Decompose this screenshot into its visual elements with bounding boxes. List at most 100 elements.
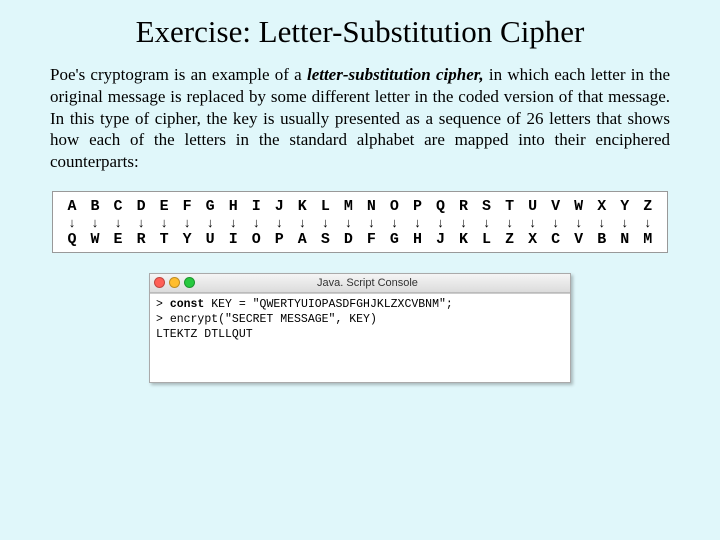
arrow-down-icon: ↓ [314,215,336,231]
js-console-window: Java. Script Console > const KEY = "QWER… [149,273,571,383]
arrow-down-icon: ↓ [176,215,198,231]
slide-title: Exercise: Letter-Substitution Cipher [50,14,670,50]
console-titlebar: Java. Script Console [150,274,570,293]
arrow-down-icon: ↓ [222,215,244,231]
coded-letter: Y [176,231,198,248]
arrow-down-icon: ↓ [568,215,590,231]
plain-letter: L [314,198,336,215]
plain-letter: K [291,198,313,215]
coded-letter: X [522,231,544,248]
console-prompt: > [156,298,170,311]
plain-letter: T [499,198,521,215]
para-pre: Poe's cryptogram is an example of a [50,65,307,84]
arrow-down-icon: ↓ [291,215,313,231]
plain-letter: Z [637,198,659,215]
coded-letter: C [545,231,567,248]
arrow-down-icon: ↓ [337,215,359,231]
cipher-table: ABCDEFGHIJKLMNOPQRSTUVWXYZ ↓↓↓↓↓↓↓↓↓↓↓↓↓… [52,191,668,253]
coded-letter: Z [499,231,521,248]
coded-letter: A [291,231,313,248]
arrow-down-icon: ↓ [476,215,498,231]
plain-letter: N [360,198,382,215]
plain-letter: E [153,198,175,215]
plain-letter: W [568,198,590,215]
console-body: > const KEY = "QWERTYUIOPASDFGHJKLZXCVBN… [150,293,570,382]
arrow-down-icon: ↓ [406,215,428,231]
coded-letter: M [637,231,659,248]
plain-letter: S [476,198,498,215]
cipher-arrow-row: ↓↓↓↓↓↓↓↓↓↓↓↓↓↓↓↓↓↓↓↓↓↓↓↓↓↓ [61,215,659,231]
plain-letter: J [268,198,290,215]
arrow-down-icon: ↓ [591,215,613,231]
coded-letter: F [360,231,382,248]
plain-letter: G [199,198,221,215]
arrow-down-icon: ↓ [130,215,152,231]
close-icon[interactable] [154,277,165,288]
slide-paragraph: Poe's cryptogram is an example of a lett… [50,64,670,173]
plain-letter: F [176,198,198,215]
console-prompt: > [156,313,170,326]
coded-letter: L [476,231,498,248]
plain-letter: M [337,198,359,215]
arrow-down-icon: ↓ [245,215,267,231]
arrow-down-icon: ↓ [107,215,129,231]
plain-letter: C [107,198,129,215]
para-emphasis: letter-substitution cipher, [307,65,484,84]
arrow-down-icon: ↓ [499,215,521,231]
console-line2-text: encrypt("SECRET MESSAGE", KEY) [170,313,377,326]
arrow-down-icon: ↓ [522,215,544,231]
coded-letter: I [222,231,244,248]
arrow-down-icon: ↓ [545,215,567,231]
plain-letter: V [545,198,567,215]
plain-letter: D [130,198,152,215]
coded-letter: J [430,231,452,248]
plain-letter: U [522,198,544,215]
arrow-down-icon: ↓ [268,215,290,231]
coded-letter: S [314,231,336,248]
plain-letter: I [245,198,267,215]
arrow-down-icon: ↓ [360,215,382,231]
plain-letter: R [453,198,475,215]
arrow-down-icon: ↓ [61,215,83,231]
coded-letter: G [383,231,405,248]
coded-letter: P [268,231,290,248]
arrow-down-icon: ↓ [614,215,636,231]
const-keyword: const [170,298,205,311]
coded-letter: U [199,231,221,248]
arrow-down-icon: ↓ [383,215,405,231]
arrow-down-icon: ↓ [430,215,452,231]
arrow-down-icon: ↓ [153,215,175,231]
plain-letter: Q [430,198,452,215]
arrow-down-icon: ↓ [199,215,221,231]
plain-letter: B [84,198,106,215]
console-title: Java. Script Console [199,277,536,289]
arrow-down-icon: ↓ [453,215,475,231]
coded-letter: O [245,231,267,248]
plain-letter: A [61,198,83,215]
plain-letter: X [591,198,613,215]
coded-letter: B [591,231,613,248]
plain-letter: O [383,198,405,215]
minimize-icon[interactable] [169,277,180,288]
coded-letter: W [84,231,106,248]
arrow-down-icon: ↓ [84,215,106,231]
coded-letter: V [568,231,590,248]
coded-letter: K [453,231,475,248]
console-line-2: > encrypt("SECRET MESSAGE", KEY) [156,313,564,328]
plain-letter: P [406,198,428,215]
coded-letter: H [406,231,428,248]
coded-letter: T [153,231,175,248]
coded-letter: E [107,231,129,248]
plain-letter: H [222,198,244,215]
coded-letter: Q [61,231,83,248]
cipher-coded-row: QWERTYUIOPASDFGHJKLZXCVBNM [61,231,659,248]
cipher-plain-row: ABCDEFGHIJKLMNOPQRSTUVWXYZ [61,198,659,215]
console-line-1: > const KEY = "QWERTYUIOPASDFGHJKLZXCVBN… [156,298,564,313]
arrow-down-icon: ↓ [637,215,659,231]
coded-letter: N [614,231,636,248]
console-output: LTEKTZ DTLLQUT [156,328,564,343]
plain-letter: Y [614,198,636,215]
coded-letter: R [130,231,152,248]
coded-letter: D [337,231,359,248]
zoom-icon[interactable] [184,277,195,288]
